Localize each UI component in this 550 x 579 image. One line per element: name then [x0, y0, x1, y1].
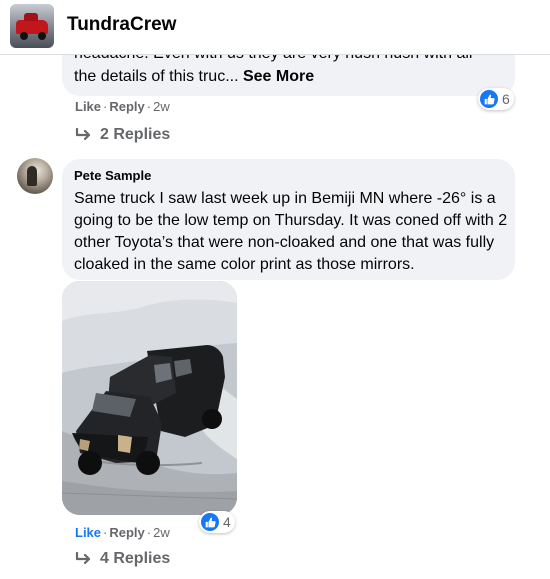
comment-timestamp[interactable]: 2w: [153, 99, 170, 114]
comment-text: the details of this truc... See More: [74, 66, 314, 88]
separator-dot: ·: [103, 525, 108, 540]
reaction-summary[interactable]: 4: [199, 511, 235, 533]
view-replies-button[interactable]: 4 Replies: [75, 550, 170, 568]
separator-dot: ·: [103, 99, 108, 114]
reaction-count: 6: [502, 91, 510, 107]
group-header: TundraCrew: [0, 0, 550, 55]
wheel-graphic: [20, 32, 28, 40]
see-more-link[interactable]: See More: [243, 68, 314, 85]
view-replies-button[interactable]: 2 Replies: [75, 126, 170, 144]
comment-photo[interactable]: [62, 281, 237, 515]
separator-dot: ·: [146, 525, 152, 540]
separator-dot: ·: [146, 99, 152, 114]
comment-text: Same truck I saw last week up in Bemiji …: [74, 190, 508, 273]
thumbs-up-icon: [201, 513, 219, 531]
reply-link[interactable]: Reply: [109, 525, 144, 540]
reply-arrow-icon: [75, 552, 91, 565]
comment-actions: Like · Reply · 2w: [75, 99, 170, 114]
group-name[interactable]: TundraCrew: [67, 14, 176, 36]
reaction-count: 4: [223, 514, 231, 530]
wheel-graphic: [38, 32, 46, 40]
like-link[interactable]: Like: [75, 99, 101, 114]
reply-arrow-icon: [75, 128, 91, 141]
group-avatar[interactable]: [10, 4, 54, 48]
like-link[interactable]: Like: [75, 525, 101, 540]
reaction-summary[interactable]: 6: [478, 88, 514, 110]
comment-body: the details of this truc...: [74, 68, 243, 85]
comment-author[interactable]: Pete Sample: [74, 168, 151, 183]
replies-count-label: 4 Replies: [100, 550, 171, 567]
comment-bubble: Pete Sample Same truck I saw last week u…: [62, 159, 515, 280]
thumbs-up-icon: [480, 90, 498, 108]
comment-timestamp[interactable]: 2w: [153, 525, 170, 540]
replies-count-label: 2 Replies: [100, 126, 171, 143]
avatar[interactable]: [17, 158, 53, 194]
comment-actions: Like · Reply · 2w: [75, 525, 170, 540]
truck-photo-image: [62, 281, 237, 515]
avatar-figure: [27, 166, 37, 186]
reply-link[interactable]: Reply: [109, 99, 144, 114]
